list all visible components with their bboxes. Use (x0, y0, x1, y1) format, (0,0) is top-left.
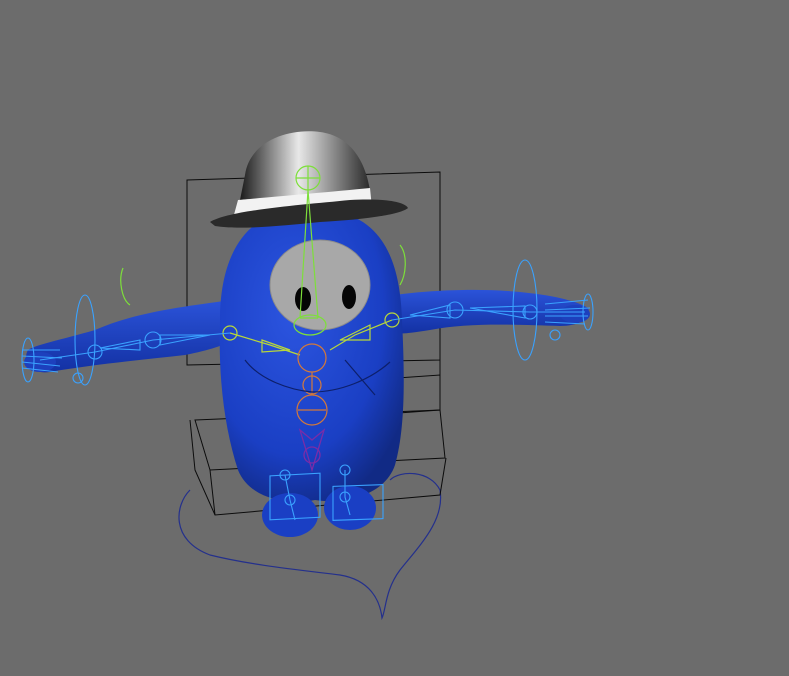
3d-viewport[interactable] (0, 0, 789, 676)
scene-canvas[interactable] (0, 0, 789, 676)
fedora-hat[interactable] (210, 131, 408, 228)
face-plate (269, 239, 371, 331)
